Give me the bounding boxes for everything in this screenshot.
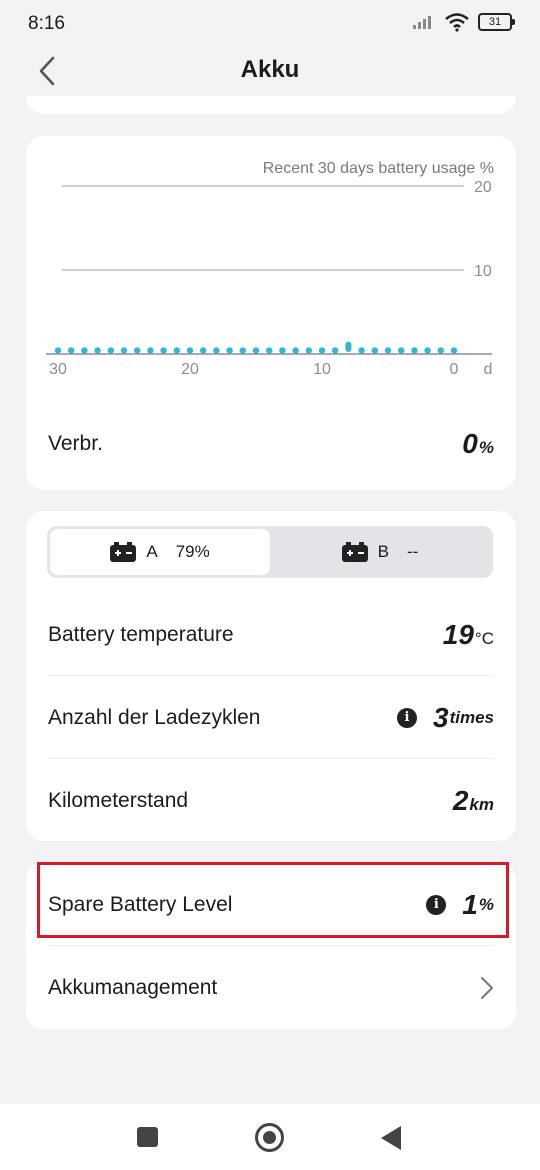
data-point: [279, 347, 286, 354]
status-bar: 8:16 31: [0, 0, 540, 46]
odometer-label: Kilometerstand: [48, 789, 189, 812]
data-point: [213, 347, 220, 354]
data-point: [450, 347, 458, 354]
tab-battery-a-percent: 79%: [175, 542, 210, 561]
data-point: [411, 347, 418, 354]
data-point: [332, 347, 339, 354]
battery-temperature-value: 19 °C: [443, 619, 494, 651]
info-icon[interactable]: i: [397, 707, 417, 728]
spare-battery-unit: %: [478, 894, 494, 914]
spare-battery-label: Spare Battery Level: [48, 892, 233, 916]
tab-battery-b-percent: --: [407, 542, 419, 561]
battery-status-icon: 31: [478, 13, 515, 31]
tab-battery-a-name: A: [146, 542, 158, 561]
data-bar: [345, 341, 352, 352]
y-tick-label: 20: [474, 179, 492, 196]
x-tick-label: 30: [49, 361, 67, 378]
battery-temperature-unit: °C: [474, 628, 494, 648]
data-point: [120, 347, 128, 354]
tab-battery-b-name: B: [377, 542, 389, 561]
usage-row: Verbr. 0 %: [48, 424, 494, 464]
signal-icon: [413, 16, 431, 29]
home-button[interactable]: [255, 1123, 284, 1152]
data-point: [134, 347, 141, 354]
spare-info-icon[interactable]: i: [426, 894, 447, 915]
data-point: [200, 347, 207, 354]
charge-cycles-row: Anzahl der Ladezyklen i 3 times: [48, 677, 494, 759]
data-point: [384, 347, 392, 354]
battery-b-icon: [341, 542, 368, 562]
usage-number: 0: [462, 428, 478, 459]
system-back-button[interactable]: [381, 1126, 401, 1150]
data-point: [305, 347, 312, 354]
data-point: [186, 347, 194, 354]
usage-unit: %: [478, 438, 494, 457]
x-tick-label: 10: [313, 361, 331, 378]
data-point: [160, 347, 167, 354]
odometer-number: 2: [452, 785, 469, 816]
charge-cycles-unit: times: [449, 707, 494, 727]
spare-battery-value: i 1 %: [426, 889, 494, 921]
data-point: [358, 347, 365, 354]
charge-cycles-label: Anzahl der Ladezyklen: [48, 705, 261, 729]
data-point: [54, 347, 62, 354]
data-point: [226, 347, 233, 354]
spare-battery-card: Spare Battery Level i 1 % Akkumanagement: [26, 862, 516, 1029]
charge-cycles-value: i 3 times: [397, 702, 494, 734]
usage-value: 0 %: [462, 428, 494, 460]
status-time: 8:16: [28, 13, 65, 34]
usage-label: Verbr.: [48, 432, 103, 455]
usage-chart-card: Recent 30 days battery usage % 10 20 30 20 1…: [26, 136, 516, 490]
data-point: [424, 347, 431, 354]
battery-info-card: A 79% B -- Battery temperature 19 °C Anz…: [26, 511, 516, 841]
tab-battery-a[interactable]: A 79%: [50, 529, 270, 575]
data-point: [318, 347, 326, 354]
previous-card-edge: [26, 96, 516, 114]
battery-management-row[interactable]: Akkumanagement: [48, 947, 494, 1029]
data-point: [292, 347, 299, 354]
data-point: [239, 347, 246, 354]
data-point: [107, 347, 115, 354]
wifi-icon: [445, 13, 469, 32]
charge-cycles-number: 3: [433, 701, 449, 733]
data-point: [94, 347, 101, 354]
odometer-value: 2 km: [453, 785, 494, 817]
data-point: [81, 347, 88, 354]
spare-battery-row: Spare Battery Level i 1 %: [48, 864, 494, 946]
battery-temperature-row: Battery temperature 19 °C: [48, 594, 494, 676]
battery-a-icon: [110, 542, 137, 562]
x-axis-label: d: [484, 361, 493, 378]
data-point: [266, 347, 273, 354]
data-point: [173, 347, 180, 354]
system-nav-bar: [0, 1104, 540, 1170]
odometer-row: Kilometerstand 2 km: [48, 760, 494, 842]
battery-selector: A 79% B --: [47, 526, 493, 578]
data-point: [252, 347, 260, 354]
y-tick-label: 10: [474, 263, 492, 280]
recent-apps-button[interactable]: [137, 1127, 158, 1147]
battery-temperature-number: 19: [442, 618, 474, 650]
data-point: [371, 347, 378, 354]
data-point: [398, 347, 405, 354]
x-tick-label: 0: [450, 361, 459, 378]
usage-chart: 10 20 30 20 10 0 d: [46, 179, 493, 378]
spare-battery-number: 1: [462, 888, 478, 920]
data-point: [437, 347, 444, 354]
status-icons: 31: [412, 12, 515, 32]
data-point: [68, 347, 75, 354]
tab-battery-b[interactable]: B --: [270, 529, 490, 575]
data-point: [147, 347, 154, 354]
header: Akku: [0, 46, 540, 96]
page-title: Akku: [240, 56, 300, 83]
chevron-right-icon: [480, 976, 494, 1000]
battery-management-label: Akkumanagement: [48, 976, 218, 999]
x-tick-label: 20: [181, 361, 199, 378]
odometer-unit: km: [469, 795, 494, 814]
battery-temperature-label: Battery temperature: [48, 622, 234, 646]
